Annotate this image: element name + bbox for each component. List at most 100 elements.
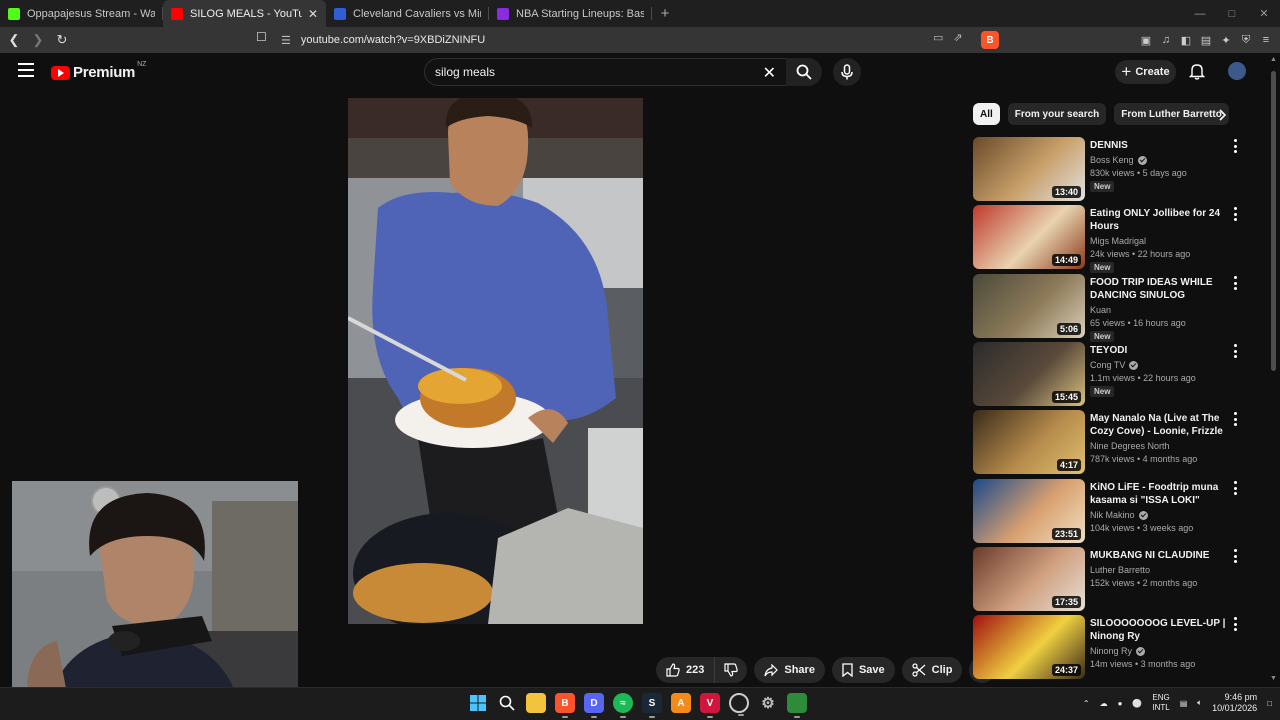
video-title[interactable]: MUKBANG NI CLAUDINE [1090,549,1228,562]
url-field[interactable]: ☰ youtube.com/watch?v=9XBDiZNINFU [281,30,1000,50]
app-icon-orange[interactable]: A [671,693,691,713]
video-title[interactable]: Eating ONLY Jollibee for 24 Hours [1090,207,1228,233]
recommended-video[interactable]: 13:40 DENNIS Boss Keng 830k views • 5 days … [973,137,1248,201]
video-thumbnail[interactable]: 4:17 [973,410,1085,474]
more-options-icon[interactable] [1233,549,1237,563]
channel-name[interactable]: Nine Degrees North [1090,441,1170,451]
more-options-icon[interactable] [1233,207,1237,221]
app-icon-green[interactable] [787,693,807,718]
page-scrollbar[interactable]: ▲ ▼ [1268,53,1280,684]
brave-shields-icon[interactable]: B [981,31,999,49]
video-thumbnail[interactable]: 15:45 [973,342,1085,406]
scroll-down-icon[interactable]: ▼ [1270,675,1277,682]
onedrive-icon[interactable]: ☁ [1100,699,1108,708]
tray-app-icon[interactable]: ● [1118,699,1123,708]
taskbar-search-icon[interactable] [497,693,517,713]
channel-name[interactable]: Cong TV [1090,360,1139,370]
vpn-icon[interactable]: ⛨ [1240,31,1252,49]
youtube-premium-logo[interactable]: Premium NZ [51,61,146,81]
close-tab-icon[interactable]: ✕ [308,7,318,21]
like-button[interactable]: 223 [656,657,715,683]
user-avatar[interactable] [1228,62,1246,80]
video-title[interactable]: DENNIS [1090,139,1228,152]
reload-icon[interactable]: ↻ [52,30,72,50]
volume-icon[interactable]: 🔈︎ [1197,698,1202,708]
language-indicator[interactable]: ENG INTL [1152,693,1169,713]
save-button[interactable]: Save [831,657,895,683]
minimize-icon[interactable]: — [1184,0,1216,27]
more-options-icon[interactable] [1233,276,1237,290]
channel-name[interactable]: Migs Madrigal [1090,236,1146,246]
share-page-icon[interactable]: ⇗ [953,31,962,44]
more-options-icon[interactable] [1233,481,1237,495]
more-options-icon[interactable] [1233,344,1237,358]
new-tab-icon[interactable]: + [652,0,678,27]
steam-icon[interactable]: S [642,693,662,718]
chips-next-icon[interactable] [1218,108,1228,126]
scrollbar-thumb[interactable] [1271,71,1276,371]
browser-tab[interactable]: NBA Starting Lineups: Basketball Da [489,0,652,27]
channel-name[interactable]: Ninong Ry [1090,646,1146,656]
video-title[interactable]: FOOD TRIP IDEAS WHILE DANCING SINULOG FE… [1090,276,1228,302]
browser-tab[interactable]: Oppapajesus Stream - Watch Live on [0,0,163,27]
scroll-up-icon[interactable]: ▲ [1270,56,1277,63]
forward-icon[interactable]: ❯ [28,30,48,50]
more-options-icon[interactable] [1233,139,1237,153]
clock[interactable]: 9:46 pm 10/01/2026 [1212,692,1257,714]
browser-menu-icon[interactable]: ≡ [1260,31,1272,49]
recommended-video[interactable]: 17:35 MUKBANG NI CLAUDINE Luther Barretto 1… [973,547,1248,611]
recommended-video[interactable]: 5:06 FOOD TRIP IDEAS WHILE DANCING SINULO… [973,274,1248,342]
screenshot-icon[interactable]: ▣ [1140,31,1152,49]
recommended-video[interactable]: 4:17 May Nanalo Na (Live at The Cozy Cove… [973,410,1248,474]
spotify-icon[interactable]: ≈ [613,693,633,718]
video-thumbnail[interactable]: 23:51 [973,479,1085,543]
search-button[interactable] [786,58,822,86]
tray-mic-icon[interactable]: ⚪ [1132,699,1142,708]
app-icon-circle[interactable] [729,693,749,716]
create-button[interactable]: + Create [1115,60,1176,84]
browser-tab[interactable]: Cleveland Cavaliers vs Minnesota Tim [326,0,489,27]
recommended-video[interactable]: 14:49 Eating ONLY Jollibee for 24 Hours Mi… [973,205,1248,273]
more-options-icon[interactable] [1233,617,1237,631]
channel-name[interactable]: Luther Barretto [1090,565,1150,575]
channel-name[interactable]: Kuan [1090,305,1111,315]
video-thumbnail[interactable]: 24:37 [973,615,1085,679]
settings-gear-icon[interactable]: ⚙ [758,693,778,713]
site-settings-icon[interactable]: ☰ [281,34,291,47]
video-thumbnail[interactable]: 17:35 [973,547,1085,611]
video-title[interactable]: SILOOOOOOOG LEVEL-UP | Ninong Ry [1090,617,1228,643]
tray-overflow-icon[interactable]: ⌃ [1083,699,1090,708]
chip[interactable]: All [973,103,1000,125]
channel-name[interactable]: Boss Keng [1090,155,1147,165]
hamburger-menu-icon[interactable] [18,63,34,77]
discord-icon[interactable]: D [584,693,604,718]
chip[interactable]: From Luther Barretto [1114,103,1229,125]
back-icon[interactable]: ❮ [4,30,24,50]
wallet-icon[interactable]: ▤ [1200,31,1212,49]
video-player[interactable] [348,98,643,624]
network-icon[interactable]: ▤ [1180,699,1188,708]
search-input[interactable]: silog meals ✕ [424,58,787,86]
channel-name[interactable]: Nik Makino [1090,510,1148,520]
start-icon[interactable] [468,693,488,713]
app-icon-red[interactable]: V [700,693,720,718]
share-button[interactable]: Share [754,657,825,683]
brave-browser-icon[interactable]: B [555,693,575,718]
bookmark-icon[interactable]: ☐ [256,30,267,44]
video-thumbnail[interactable]: 5:06 [973,274,1085,338]
sidebar-icon[interactable]: ◧ [1180,31,1192,49]
voice-search-button[interactable] [833,58,861,86]
video-thumbnail[interactable]: 13:40 [973,137,1085,201]
dislike-button[interactable] [714,657,748,683]
notifications-button[interactable] [1188,63,1206,85]
maximize-icon[interactable]: □ [1216,0,1248,27]
close-window-icon[interactable]: ✕ [1248,0,1280,27]
recommended-video[interactable]: 23:51 KiNO LiFE - Foodtrip muna kasama si… [973,479,1248,543]
clear-search-icon[interactable]: ✕ [763,63,776,83]
more-options-icon[interactable] [1233,412,1237,426]
cast-icon[interactable]: ▭ [933,31,943,44]
browser-tab[interactable]: SILOG MEALS - YouTube ✕ [163,0,326,27]
file-explorer-icon[interactable] [526,693,546,713]
video-thumbnail[interactable]: 14:49 [973,205,1085,269]
leo-ai-icon[interactable]: ✦ [1220,31,1232,49]
